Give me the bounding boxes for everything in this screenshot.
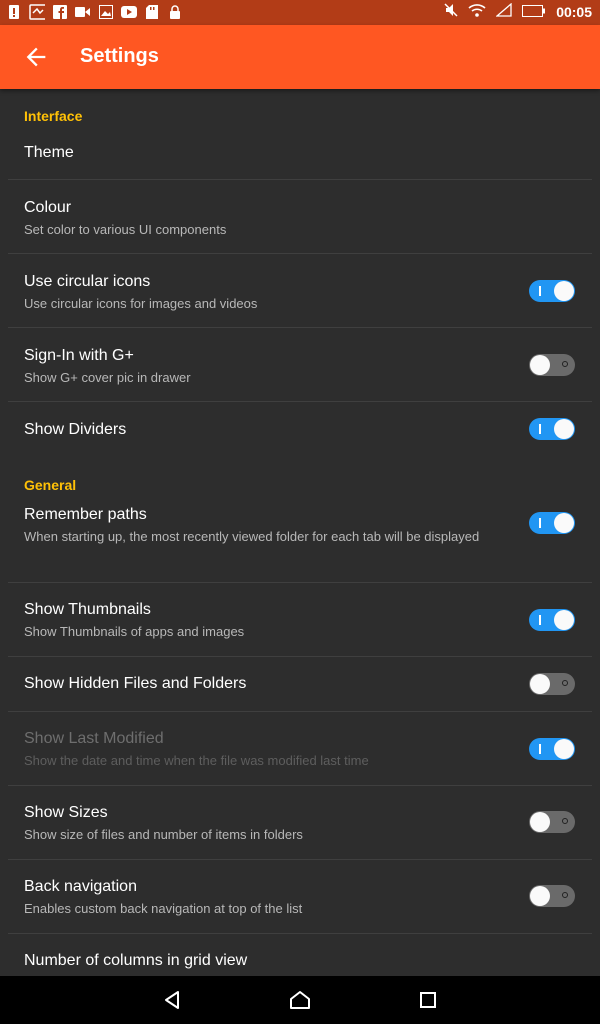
home-icon[interactable] — [288, 988, 312, 1012]
circular-icons-switch[interactable] — [529, 280, 575, 302]
setting-title: Theme — [24, 144, 74, 161]
setting-title: Remember paths — [24, 506, 147, 523]
setting-title: Show Sizes — [24, 804, 108, 821]
status-time: 00:05 — [556, 3, 592, 20]
setting-show-thumbnails[interactable]: Show Thumbnails Show Thumbnails of apps … — [8, 583, 592, 657]
wifi-icon — [468, 3, 486, 20]
system-nav-bar — [0, 976, 600, 1024]
show-sizes-switch[interactable] — [529, 811, 575, 833]
recents-icon[interactable] — [416, 988, 440, 1012]
sign-in-gplus-switch[interactable] — [529, 354, 575, 376]
setting-grid-columns[interactable]: Number of columns in grid view — [8, 934, 592, 976]
setting-title: Back navigation — [24, 878, 137, 895]
arrow-back-icon[interactable] — [22, 43, 50, 71]
setting-subtitle: Show size of files and number of items i… — [24, 827, 303, 842]
setting-title: Show Last Modified — [24, 730, 164, 747]
setting-theme[interactable]: Theme — [8, 141, 592, 180]
setting-show-dividers[interactable]: Show Dividers — [8, 402, 592, 457]
setting-subtitle: Show the date and time when the file was… — [24, 753, 369, 768]
settings-list[interactable]: Interface Theme Colour Set color to vari… — [0, 89, 600, 976]
setting-subtitle: Show Thumbnails of apps and images — [24, 624, 245, 639]
page-title: Settings — [80, 45, 159, 67]
setting-show-last-modified: Show Last Modified Show the date and tim… — [8, 712, 592, 786]
setting-subtitle: Enables custom back navigation at top of… — [24, 901, 303, 916]
setting-title: Show Hidden Files and Folders — [24, 675, 247, 692]
setting-title: Show Thumbnails — [24, 601, 151, 618]
setting-show-hidden-files[interactable]: Show Hidden Files and Folders — [8, 657, 592, 712]
section-header-interface: Interface — [24, 108, 83, 124]
show-last-modified-switch — [529, 738, 575, 760]
back-triangle-icon[interactable] — [160, 988, 184, 1012]
facebook-icon — [52, 4, 68, 20]
setting-subtitle: When starting up, the most recently view… — [24, 529, 480, 544]
remember-paths-switch[interactable] — [529, 512, 575, 534]
signal-icon — [495, 2, 512, 20]
show-thumbnails-switch[interactable] — [529, 609, 575, 631]
youtube-icon — [121, 4, 137, 20]
setting-subtitle: Use circular icons for images and videos — [24, 296, 258, 311]
usb-icon — [29, 4, 45, 20]
setting-title: Number of columns in grid view — [24, 952, 248, 969]
app-bar: Settings — [0, 25, 600, 89]
section-header-general: General — [24, 477, 77, 493]
alert-icon — [6, 4, 22, 20]
mute-icon — [444, 3, 458, 20]
lock-icon — [167, 4, 183, 20]
sd-card-icon — [144, 4, 160, 20]
setting-back-navigation[interactable]: Back navigation Enables custom back navi… — [8, 860, 592, 934]
setting-remember-paths[interactable]: Remember paths When starting up, the mos… — [8, 506, 592, 583]
setting-title: Sign-In with G+ — [24, 347, 134, 364]
back-navigation-switch[interactable] — [529, 885, 575, 907]
setting-sign-in-gplus[interactable]: Sign-In with G+ Show G+ cover pic in dra… — [8, 328, 592, 402]
battery-icon — [522, 4, 546, 20]
show-hidden-files-switch[interactable] — [529, 673, 575, 695]
status-bar: 00:05 — [0, 0, 600, 25]
video-icon — [75, 4, 91, 20]
show-dividers-switch[interactable] — [529, 418, 575, 440]
setting-show-sizes[interactable]: Show Sizes Show size of files and number… — [8, 786, 592, 860]
setting-title: Use circular icons — [24, 273, 151, 290]
setting-title: Show Dividers — [24, 421, 127, 438]
setting-title: Colour — [24, 199, 72, 216]
setting-subtitle: Set color to various UI components — [24, 222, 227, 237]
image-icon — [98, 4, 114, 20]
setting-circular-icons[interactable]: Use circular icons Use circular icons fo… — [8, 254, 592, 328]
setting-subtitle: Show G+ cover pic in drawer — [24, 370, 191, 385]
setting-colour[interactable]: Colour Set color to various UI component… — [8, 180, 592, 254]
